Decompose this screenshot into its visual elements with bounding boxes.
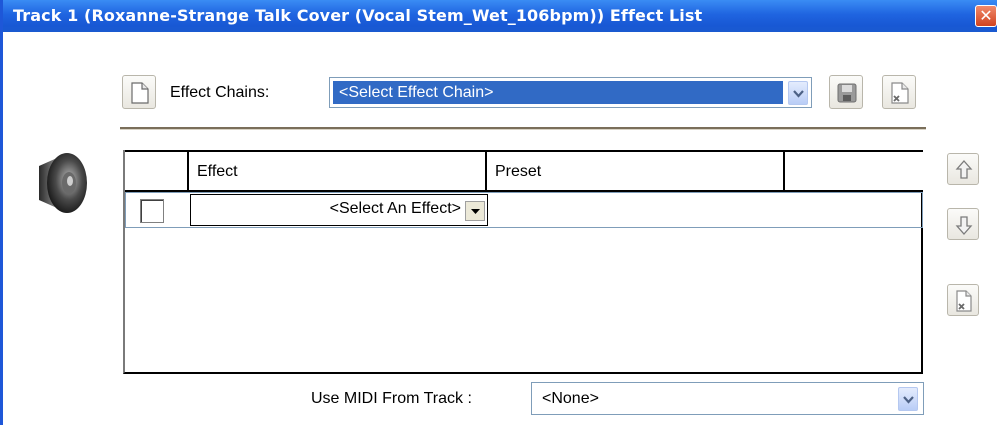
effect-dropdown-button[interactable] bbox=[465, 201, 485, 221]
table-header: Effect Preset bbox=[125, 150, 923, 192]
close-button[interactable]: ✕ bbox=[975, 5, 997, 27]
effect-select[interactable]: <Select An Effect> bbox=[190, 194, 488, 226]
delete-document-icon bbox=[891, 82, 909, 104]
effect-list-window: Track 1 (Roxanne-Strange Talk Cover (Voc… bbox=[0, 0, 997, 425]
window-title: Track 1 (Roxanne-Strange Talk Cover (Voc… bbox=[13, 6, 703, 25]
move-down-button[interactable] bbox=[947, 208, 979, 240]
delete-chain-button[interactable] bbox=[882, 75, 916, 109]
effects-table: Effect Preset <Select An Effect> bbox=[123, 150, 923, 374]
save-disk-icon bbox=[837, 83, 857, 103]
column-header-effect[interactable]: Effect bbox=[189, 150, 487, 192]
midi-track-select[interactable]: <None> bbox=[531, 382, 924, 415]
midi-track-label: Use MIDI From Track : bbox=[311, 390, 472, 407]
remove-effect-icon bbox=[956, 290, 972, 312]
column-header-extra[interactable] bbox=[785, 150, 923, 192]
midi-track-selected: <None> bbox=[542, 390, 599, 407]
effect-select-value: <Select An Effect> bbox=[329, 200, 461, 217]
effect-enabled-checkbox[interactable] bbox=[140, 199, 164, 223]
caret-down-icon bbox=[471, 209, 480, 214]
effect-chain-select[interactable]: <Select Effect Chain> bbox=[329, 77, 812, 108]
new-document-icon bbox=[131, 82, 149, 104]
column-header-enabled[interactable] bbox=[125, 150, 189, 192]
new-chain-button[interactable] bbox=[122, 75, 156, 109]
table-row[interactable]: <Select An Effect> bbox=[125, 192, 923, 228]
chevron-down-icon bbox=[903, 396, 914, 404]
title-bar[interactable]: Track 1 (Roxanne-Strange Talk Cover (Voc… bbox=[3, 0, 997, 32]
save-chain-button[interactable] bbox=[829, 75, 863, 109]
speaker-icon bbox=[39, 153, 87, 213]
move-up-icon bbox=[955, 160, 973, 179]
move-down-icon bbox=[955, 216, 973, 235]
effect-chain-dropdown-button[interactable] bbox=[788, 81, 808, 105]
effect-chains-label: Effect Chains: bbox=[170, 84, 270, 101]
section-divider bbox=[120, 127, 926, 130]
effect-chain-selected: <Select Effect Chain> bbox=[333, 81, 783, 104]
move-up-button[interactable] bbox=[947, 153, 979, 185]
midi-track-dropdown-button[interactable] bbox=[898, 387, 918, 411]
remove-effect-button[interactable] bbox=[947, 284, 979, 316]
preset-cell[interactable] bbox=[488, 197, 786, 223]
chevron-down-icon bbox=[793, 90, 804, 98]
column-header-preset[interactable]: Preset bbox=[487, 150, 785, 192]
